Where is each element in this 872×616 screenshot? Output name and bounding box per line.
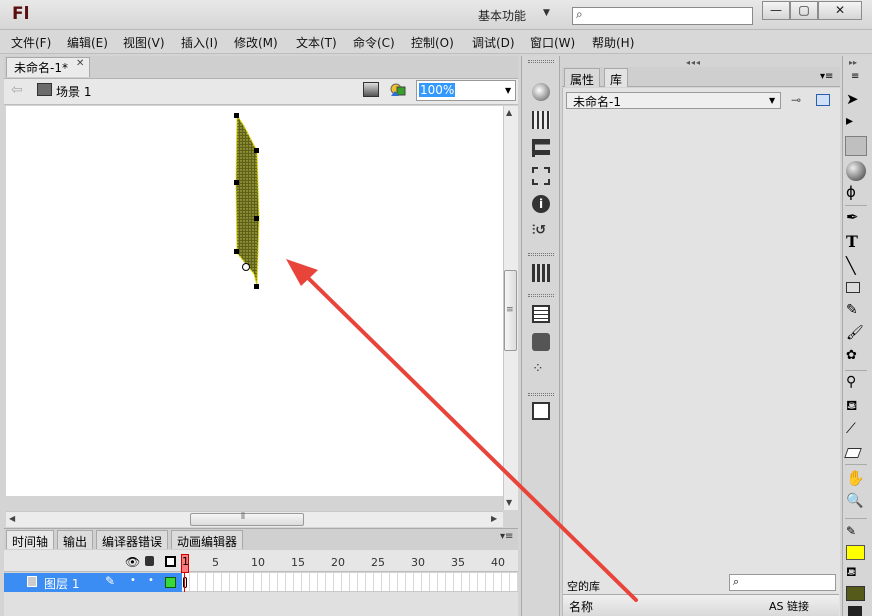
annotation-arrow bbox=[286, 259, 638, 602]
